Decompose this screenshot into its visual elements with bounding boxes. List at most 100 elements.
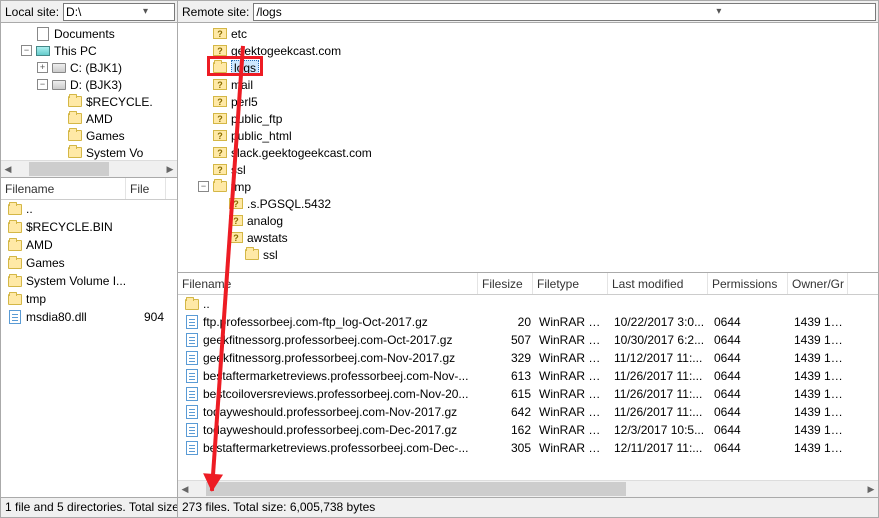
folder-unknown-icon xyxy=(228,214,244,228)
tree-item[interactable]: Games xyxy=(1,127,177,144)
tree-item[interactable]: public_ftp xyxy=(178,110,878,127)
expander-icon[interactable]: − xyxy=(37,79,48,90)
tree-item[interactable]: awstats xyxy=(178,229,878,246)
local-file-list[interactable]: Filename File .. $RECYCLE.BINAMD Games Syst… xyxy=(1,178,177,497)
scroll-right-icon[interactable]: ▶ xyxy=(163,162,177,176)
tree-item[interactable]: geektogeekcast.com xyxy=(178,42,878,59)
tree-label: geektogeekcast.com xyxy=(231,44,341,58)
list-item[interactable]: geekfitnessorg.professorbeej.com-Nov-201… xyxy=(178,349,878,367)
file-type: WinRAR ar... xyxy=(535,351,610,365)
tree-item[interactable]: Documents xyxy=(1,25,177,42)
list-item[interactable]: AMD xyxy=(1,236,177,254)
file-modified: 11/26/2017 11:... xyxy=(610,405,710,419)
list-item[interactable]: ftp.professorbeej.com-ftp_log-Oct-2017.g… xyxy=(178,313,878,331)
col-filename[interactable]: Filename xyxy=(1,178,126,199)
local-site-row: Local site: D:\ ▾ xyxy=(1,1,177,23)
list-item[interactable]: .. xyxy=(178,295,878,313)
expander-icon[interactable]: − xyxy=(198,181,209,192)
tree-label: analog xyxy=(247,214,283,228)
file-owner: 1439 1368 xyxy=(790,333,850,347)
tree-label: Games xyxy=(86,129,125,143)
folder-unknown-icon xyxy=(228,231,244,245)
file-owner: 1439 1368 xyxy=(790,315,850,329)
list-item[interactable]: todayweshould.professorbeej.com-Nov-2017… xyxy=(178,403,878,421)
tree-item[interactable]: System Vo xyxy=(1,144,177,161)
file-name: Games xyxy=(26,256,65,270)
tree-item[interactable]: mail xyxy=(178,76,878,93)
tree-item[interactable]: etc xyxy=(178,25,878,42)
file-type: WinRAR ar... xyxy=(535,423,610,437)
tree-item[interactable]: AMD xyxy=(1,110,177,127)
file-size: 507 xyxy=(480,333,535,347)
file-modified: 11/12/2017 11:... xyxy=(610,351,710,365)
file-name: .. xyxy=(26,202,33,216)
tree-item[interactable]: public_html xyxy=(178,127,878,144)
tree-item[interactable]: $RECYCLE. xyxy=(1,93,177,110)
file-size: 904 xyxy=(128,310,168,324)
folder-icon xyxy=(7,202,23,216)
list-item[interactable]: tmp xyxy=(1,290,177,308)
tree-item[interactable]: .s.PGSQL.5432 xyxy=(178,195,878,212)
list-item[interactable]: $RECYCLE.BIN xyxy=(1,218,177,236)
remote-tree[interactable]: etcgeektogeekcast.comlogsmailperl5public… xyxy=(178,23,878,273)
col-filesize[interactable]: File xyxy=(126,178,166,199)
remote-list-header[interactable]: Filename Filesize Filetype Last modified… xyxy=(178,273,878,295)
file-name: bestaftermarketreviews.professorbeej.com… xyxy=(203,369,468,383)
tree-item[interactable]: analog xyxy=(178,212,878,229)
remote-site-row: Remote site: /logs ▾ xyxy=(178,1,878,23)
col-filesize[interactable]: Filesize xyxy=(478,273,533,294)
tree-item[interactable]: ssl xyxy=(178,161,878,178)
file-permissions: 0644 xyxy=(710,351,790,365)
tree-item[interactable]: +C: (BJK1) xyxy=(1,59,177,76)
tree-item[interactable]: slack.geektogeekcast.com xyxy=(178,144,878,161)
chevron-down-icon: ▾ xyxy=(119,6,172,17)
col-modified[interactable]: Last modified xyxy=(608,273,708,294)
list-item[interactable]: bestaftermarketreviews.professorbeej.com… xyxy=(178,367,878,385)
tree-item[interactable]: ssl xyxy=(178,246,878,263)
folder-icon xyxy=(7,256,23,270)
col-permissions[interactable]: Permissions xyxy=(708,273,788,294)
remote-site-label: Remote site: xyxy=(178,5,253,19)
file-name: tmp xyxy=(26,292,46,306)
list-item[interactable]: bestcoiloversreviews.professorbeej.com-N… xyxy=(178,385,878,403)
list-item[interactable]: .. xyxy=(1,200,177,218)
tree-label: mail xyxy=(231,78,253,92)
folder-icon xyxy=(67,112,83,126)
expander-icon[interactable]: + xyxy=(37,62,48,73)
list-item[interactable]: System Volume I... xyxy=(1,272,177,290)
local-site-dropdown[interactable]: D:\ ▾ xyxy=(63,3,175,21)
remote-file-list[interactable]: Filename Filesize Filetype Last modified… xyxy=(178,273,878,497)
local-status: 1 file and 5 directories. Total size xyxy=(1,498,178,517)
expander-icon[interactable]: − xyxy=(21,45,32,56)
remote-site-dropdown[interactable]: /logs ▾ xyxy=(253,3,876,21)
scroll-left-icon[interactable]: ◀ xyxy=(178,482,192,496)
list-item[interactable]: geekfitnessorg.professorbeej.com-Oct-201… xyxy=(178,331,878,349)
tree-item[interactable]: − D: (BJK3) xyxy=(1,76,177,93)
tree-label: etc xyxy=(231,27,247,41)
local-tree[interactable]: Documents−This PC+C: (BJK1) − D: (BJK3) $RE… xyxy=(1,23,177,178)
col-filetype[interactable]: Filetype xyxy=(533,273,608,294)
tree-item[interactable]: −This PC xyxy=(1,42,177,59)
col-filename[interactable]: Filename xyxy=(178,273,478,294)
list-item[interactable]: bestaftermarketreviews.professorbeej.com… xyxy=(178,439,878,457)
folder-unknown-icon xyxy=(212,95,228,109)
folder-unknown-icon xyxy=(212,27,228,41)
col-owner[interactable]: Owner/Gr xyxy=(788,273,848,294)
list-item[interactable]: todayweshould.professorbeej.com-Dec-2017… xyxy=(178,421,878,439)
tree-item[interactable]: perl5 xyxy=(178,93,878,110)
tree-label: D: (BJK3) xyxy=(70,78,122,92)
local-list-header[interactable]: Filename File xyxy=(1,178,177,200)
file-permissions: 0644 xyxy=(710,387,790,401)
list-item[interactable]: msdia80.dll 904 xyxy=(1,308,177,326)
scroll-left-icon[interactable]: ◀ xyxy=(1,162,15,176)
list-item[interactable]: Games xyxy=(1,254,177,272)
tree-label: $RECYCLE. xyxy=(86,95,153,109)
file-size: 642 xyxy=(480,405,535,419)
file-icon xyxy=(184,351,200,365)
tree-item[interactable]: logs xyxy=(178,59,878,76)
file-name: msdia80.dll xyxy=(26,310,87,324)
tree-item[interactable]: −tmp xyxy=(178,178,878,195)
file-type: WinRAR ar... xyxy=(535,387,610,401)
scroll-right-icon[interactable]: ▶ xyxy=(864,482,878,496)
tree-label: perl5 xyxy=(231,95,258,109)
